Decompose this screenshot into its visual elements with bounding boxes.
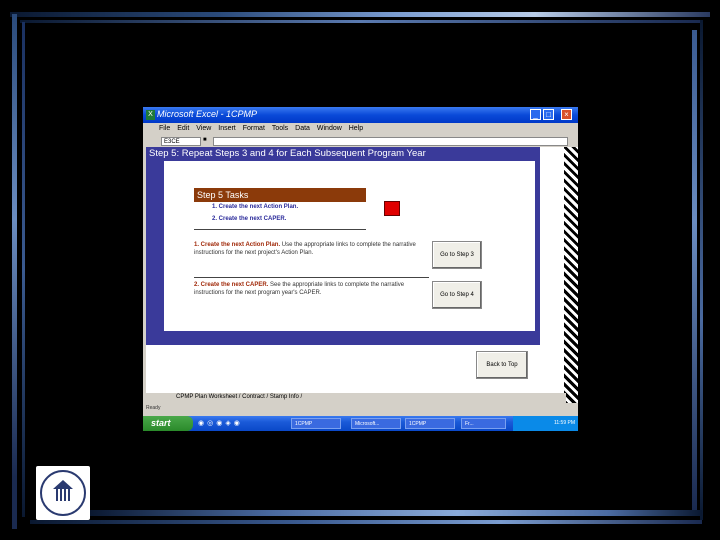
start-button[interactable]: start	[143, 416, 193, 431]
tasks-title: Step 5 Tasks	[194, 188, 366, 202]
content-area: Step 5 Tasks 1. Create the next Action P…	[164, 161, 535, 331]
system-tray-clock: 11:59 PM	[513, 416, 578, 431]
excel-icon: X	[146, 110, 155, 120]
divider	[194, 277, 429, 278]
menu-bar: File Edit View Insert Format Tools Data …	[143, 123, 578, 135]
slide-left-border	[12, 14, 17, 529]
title-bar: X Microsoft Excel - 1CPMP _ □ ×	[143, 107, 578, 123]
formula-bar[interactable]	[213, 137, 568, 146]
slide-top-border-inner	[20, 20, 700, 23]
menu-edit[interactable]: Edit	[177, 125, 189, 132]
taskbar-item[interactable]: Fr...	[461, 418, 506, 429]
task-link-action-plan[interactable]: 1. Create the next Action Plan.	[212, 204, 298, 210]
divider	[194, 229, 366, 230]
menu-view[interactable]: View	[196, 125, 211, 132]
task-link-caper[interactable]: 2. Create the next CAPER.	[212, 216, 286, 222]
slide-top-border	[10, 12, 710, 17]
description-action-plan: 1. Create the next Action Plan. Use the …	[194, 241, 429, 257]
quick-launch-icons[interactable]: ◉◎◉◈◉	[198, 419, 243, 427]
description-caper: 2. Create the next CAPER. See the approp…	[194, 281, 429, 297]
menu-window[interactable]: Window	[317, 125, 342, 132]
status-bar: Ready	[146, 405, 161, 411]
close-button[interactable]: ×	[561, 109, 572, 120]
hud-seal-logo	[36, 466, 90, 520]
excel-window: X Microsoft Excel - 1CPMP _ □ × File Edi…	[143, 107, 578, 429]
go-to-step-4-button[interactable]: Go to Step 4	[432, 281, 482, 309]
description-title: 1. Create the next Action Plan.	[194, 242, 281, 248]
sheet-tabs: CPMP Plan Worksheet / Contract / Stamp I…	[146, 393, 566, 403]
slide-left-border-inner	[22, 22, 25, 517]
back-to-top-button[interactable]: Back to Top	[476, 351, 528, 379]
go-to-step-3-button[interactable]: Go to Step 3	[432, 241, 482, 269]
window-title: Microsoft Excel - 1CPMP	[157, 109, 258, 119]
taskbar: start ◉◎◉◈◉ 1CPMP Microsoft... 1CPMP Fr.…	[143, 416, 578, 431]
vertical-scrollbar[interactable]	[564, 147, 578, 403]
menu-data[interactable]: Data	[295, 125, 310, 132]
content-panel: Step 5 Tasks 1. Create the next Action P…	[146, 161, 540, 345]
slide-right-border	[692, 30, 697, 510]
house-icon	[53, 480, 73, 501]
worksheet: Step 5: Repeat Steps 3 and 4 for Each Su…	[146, 147, 564, 403]
name-box[interactable]: E3CE	[161, 137, 201, 146]
menu-format[interactable]: Format	[243, 125, 265, 132]
taskbar-item[interactable]: 1CPMP	[291, 418, 341, 429]
menu-help[interactable]: Help	[349, 125, 363, 132]
menu-insert[interactable]: Insert	[218, 125, 236, 132]
taskbar-item[interactable]: Microsoft...	[351, 418, 401, 429]
slide-bottom-border-inner	[30, 520, 702, 524]
minimize-button[interactable]: _	[530, 109, 541, 120]
red-cell-marker	[384, 201, 400, 216]
sheet-tab-strip[interactable]: CPMP Plan Worksheet / Contract / Stamp I…	[176, 394, 302, 400]
formula-icon: ■	[203, 137, 207, 143]
menu-file[interactable]: File	[159, 125, 170, 132]
step-header: Step 5: Repeat Steps 3 and 4 for Each Su…	[146, 147, 540, 161]
taskbar-item[interactable]: 1CPMP	[405, 418, 455, 429]
slide-right-border-inner	[700, 20, 703, 520]
slide-bottom-border	[90, 510, 702, 516]
description-title: 2. Create the next CAPER.	[194, 282, 269, 288]
menu-tools[interactable]: Tools	[272, 125, 288, 132]
maximize-button[interactable]: □	[543, 109, 554, 120]
